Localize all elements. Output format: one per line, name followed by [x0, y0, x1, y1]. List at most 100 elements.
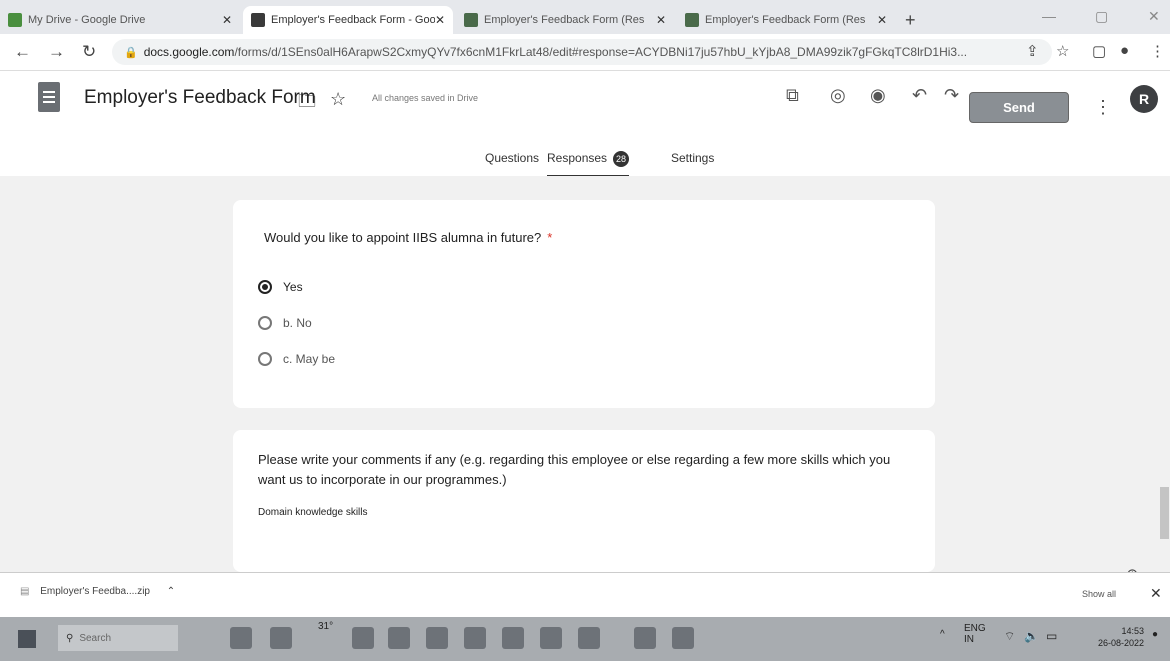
- tab-label: Employer's Feedback Form - Goo: [271, 14, 435, 26]
- move-to-folder-icon[interactable]: 🗀: [298, 89, 316, 119]
- lock-icon: 🔒: [124, 46, 138, 59]
- option-label: b. No: [283, 316, 312, 330]
- reload-icon[interactable]: ↻: [82, 42, 96, 62]
- option-yes[interactable]: Yes: [258, 280, 303, 294]
- back-arrow-icon[interactable]: ←: [14, 42, 31, 62]
- taskbar-search-box[interactable]: ⚲ Search: [58, 625, 178, 651]
- battery-icon[interactable]: ▭: [1046, 629, 1057, 643]
- addons-puzzle-icon[interactable]: ⧉: [786, 85, 799, 106]
- show-hidden-icons-chevron[interactable]: ^: [940, 629, 945, 640]
- download-file-name: Employer's Feedba....zip: [40, 586, 150, 597]
- customize-theme-palette-icon[interactable]: ◎: [830, 85, 846, 106]
- url-path: /forms/d/1SEns0alH6ArapwS2CxmyQYv7fx6cnM…: [234, 45, 968, 59]
- google-drive-icon: [8, 13, 22, 27]
- chrome-icon[interactable]: [540, 627, 562, 649]
- chevron-up-icon[interactable]: ⌃: [167, 586, 175, 597]
- clock-time: 14:53: [1121, 626, 1145, 636]
- share-icon[interactable]: ⇪: [1026, 42, 1039, 60]
- store-icon[interactable]: [464, 627, 486, 649]
- forward-arrow-icon[interactable]: →: [48, 42, 65, 62]
- more-options-icon[interactable]: ⋮: [1094, 97, 1112, 118]
- notification-icon[interactable]: ●: [1152, 629, 1158, 640]
- system-clock[interactable]: 14:53 26-08-2022: [1098, 625, 1144, 649]
- question-text: Please write your comments if any (e.g. …: [258, 452, 891, 487]
- save-status: All changes saved in Drive: [372, 93, 479, 103]
- browser-tab-my-drive[interactable]: My Drive - Google Drive ✕: [0, 6, 240, 34]
- google-sheets-icon: [685, 13, 699, 27]
- google-forms-logo-icon[interactable]: [38, 82, 60, 112]
- tab-responses-label: Responses: [547, 151, 608, 166]
- close-tab-icon[interactable]: ✕: [656, 13, 666, 27]
- tab-settings[interactable]: Settings: [671, 151, 714, 165]
- close-tab-icon[interactable]: ✕: [877, 13, 887, 27]
- url-host: docs.google.com: [143, 45, 235, 59]
- radio-selected-icon[interactable]: [258, 280, 272, 294]
- send-button[interactable]: Send: [969, 92, 1069, 123]
- task-view-icon[interactable]: [230, 627, 252, 649]
- radio-unselected-icon[interactable]: [258, 316, 272, 330]
- tab-questions[interactable]: Questions: [485, 151, 539, 165]
- search-placeholder: Search: [79, 632, 112, 644]
- download-item[interactable]: ▤ Employer's Feedba....zip ⌃: [20, 586, 175, 597]
- browser-tab-form-edit[interactable]: Employer's Feedback Form - Goo ✕: [243, 6, 453, 34]
- windows-taskbar: ⚲ Search 31° ^ ENG IN ⌔ 🔈 ▭ 14:53 26-08-…: [0, 617, 1170, 661]
- required-asterisk: *: [547, 230, 553, 245]
- radio-unselected-icon[interactable]: [258, 352, 272, 366]
- app-icon[interactable]: [502, 627, 524, 649]
- show-all-downloads-link[interactable]: Show all: [1082, 589, 1116, 599]
- browser-tab-responses-2[interactable]: Employer's Feedback Form (Res ✕: [677, 6, 895, 34]
- star-icon[interactable]: ☆: [330, 89, 346, 110]
- close-tab-icon[interactable]: ✕: [222, 13, 232, 27]
- undo-icon[interactable]: ↶: [912, 85, 927, 106]
- google-forms-icon: [251, 13, 265, 27]
- question-card-appoint-alumna: Would you like to appoint IIBS alumna in…: [233, 200, 935, 408]
- tab-label: My Drive - Google Drive: [28, 14, 146, 26]
- browser-tab-responses-1[interactable]: Employer's Feedback Form (Res ✕: [456, 6, 674, 34]
- volume-icon[interactable]: 🔈: [1024, 629, 1039, 643]
- tab-responses[interactable]: Responses 28: [547, 151, 630, 178]
- app-icon[interactable]: [578, 627, 600, 649]
- account-avatar[interactable]: R: [1130, 85, 1158, 113]
- weather-temperature[interactable]: 31°: [318, 621, 333, 632]
- close-tab-icon[interactable]: ✕: [435, 13, 445, 27]
- language-indicator[interactable]: ENG IN: [964, 623, 986, 645]
- question-card-comments: Please write your comments if any (e.g. …: [233, 430, 935, 572]
- language-secondary: IN: [964, 634, 974, 645]
- preview-eye-icon[interactable]: ◉: [870, 85, 886, 106]
- address-bar[interactable]: 🔒 docs.google.com /forms/d/1SEns0alH6Ara…: [112, 39, 1052, 65]
- minimize-icon[interactable]: —: [1042, 8, 1056, 24]
- browser-menu-icon[interactable]: ⋮: [1150, 42, 1165, 60]
- question-text: Would you like to appoint IIBS alumna in…: [264, 230, 552, 245]
- redo-icon[interactable]: ↷: [944, 85, 959, 106]
- bookmark-star-icon[interactable]: ☆: [1056, 42, 1069, 60]
- profile-icon[interactable]: ●: [1120, 42, 1129, 59]
- form-section-tabs: Questions Responses 28 Settings: [0, 143, 1170, 178]
- tab-label: Employer's Feedback Form (Res: [705, 14, 866, 26]
- close-download-bar-icon[interactable]: ✕: [1150, 585, 1162, 602]
- new-tab-button[interactable]: +: [905, 10, 916, 31]
- google-sheets-icon: [464, 13, 478, 27]
- maximize-icon[interactable]: ▢: [1095, 8, 1108, 25]
- excel-icon[interactable]: [634, 627, 656, 649]
- chat-icon[interactable]: [352, 627, 374, 649]
- browser-tab-strip: My Drive - Google Drive ✕ Employer's Fee…: [0, 0, 1170, 34]
- close-window-icon[interactable]: ✕: [1148, 8, 1160, 25]
- side-panel-icon[interactable]: ▢: [1092, 42, 1106, 60]
- option-label: c. May be: [283, 352, 336, 366]
- download-bar: ▤ Employer's Feedba....zip ⌃ Show all ✕: [0, 572, 1170, 617]
- clock-date: 26-08-2022: [1098, 638, 1145, 648]
- question-label: Would you like to appoint IIBS alumna in…: [264, 230, 542, 245]
- edge-icon[interactable]: [426, 627, 448, 649]
- wifi-icon[interactable]: ⌔: [1004, 629, 1015, 644]
- option-maybe[interactable]: c. May be: [258, 352, 335, 366]
- file-explorer-icon[interactable]: [388, 627, 410, 649]
- browser-toolbar: ← → ↻ 🔒 docs.google.com /forms/d/1SEns0a…: [0, 34, 1170, 71]
- widgets-icon[interactable]: [270, 627, 292, 649]
- forms-app-bar: Employer's Feedback Form 🗀 ☆ All changes…: [0, 71, 1170, 143]
- form-title[interactable]: Employer's Feedback Form: [84, 87, 316, 109]
- scrollbar-thumb[interactable]: [1160, 487, 1169, 539]
- windows-start-icon[interactable]: [18, 630, 36, 648]
- chrome-profile-icon[interactable]: [672, 627, 694, 649]
- option-label: Yes: [283, 280, 303, 294]
- option-no[interactable]: b. No: [258, 316, 312, 330]
